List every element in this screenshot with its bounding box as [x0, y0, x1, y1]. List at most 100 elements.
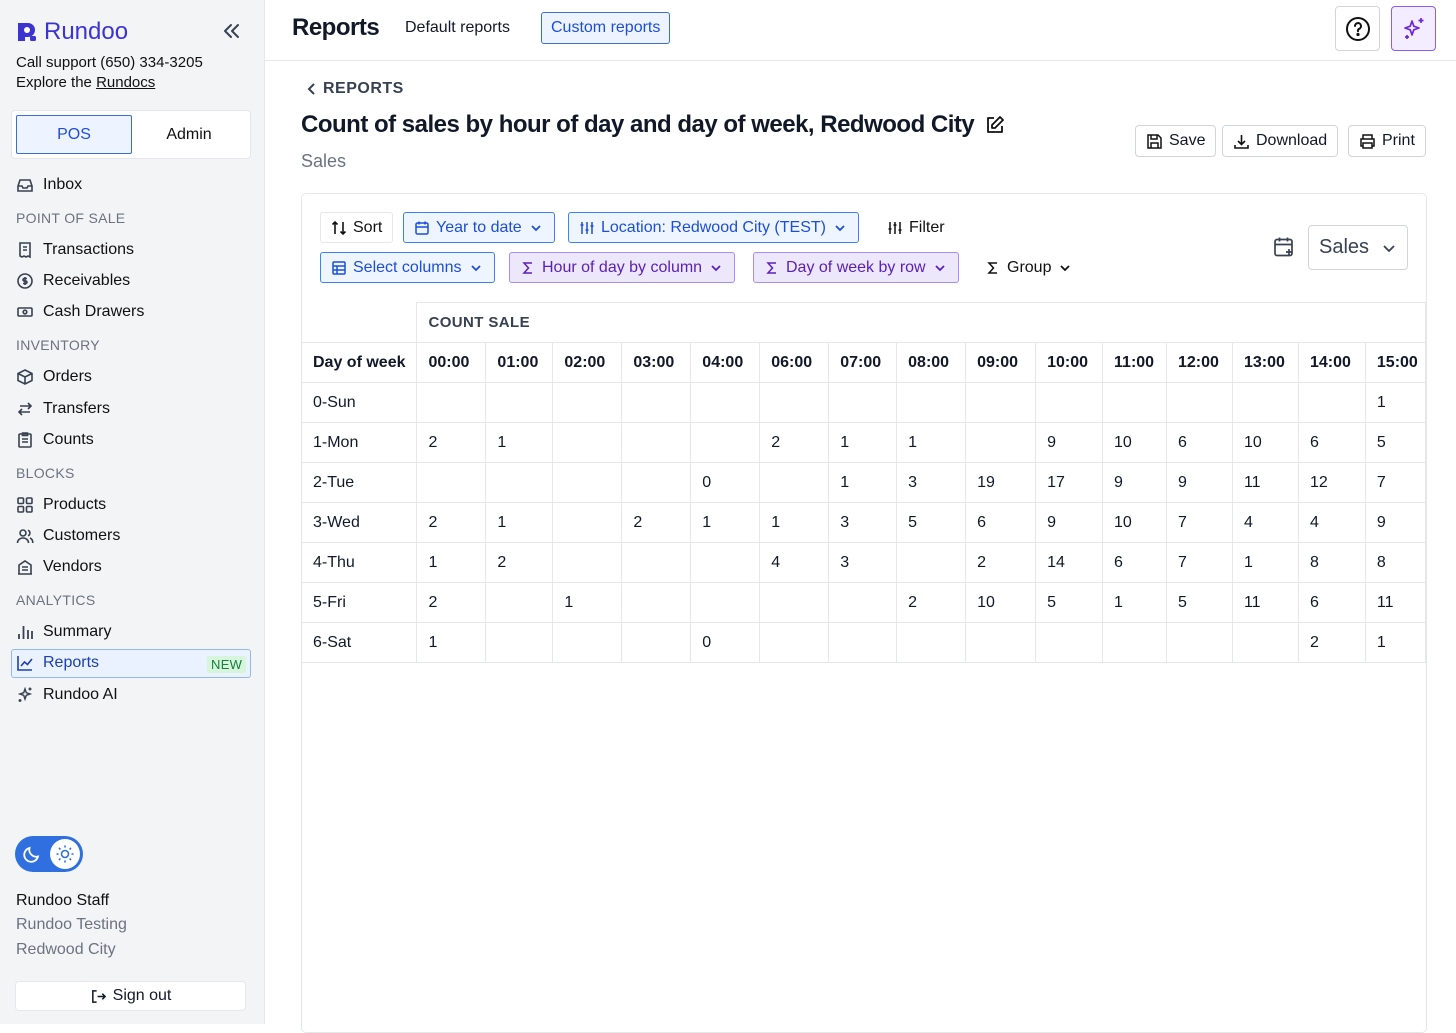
column-header[interactable]: 12:00 — [1166, 342, 1233, 383]
sidebar-item-rundoo-ai[interactable]: Rundoo AI — [16, 684, 118, 706]
sidebar-item-receivables[interactable]: Receivables — [16, 270, 130, 292]
help-button[interactable] — [1335, 6, 1380, 51]
count-sale-group-header: COUNT SALE — [416, 302, 1426, 343]
table-cell: 9 — [1035, 422, 1104, 463]
table-cell: 2 — [896, 582, 967, 623]
save-button[interactable]: Save — [1135, 125, 1217, 157]
column-header[interactable]: 06:00 — [759, 342, 830, 383]
table-cell — [690, 422, 761, 463]
back-to-reports-link[interactable]: REPORTS — [305, 80, 404, 98]
calendar-add-icon[interactable] — [1272, 235, 1296, 259]
column-header[interactable]: 07:00 — [828, 342, 898, 383]
column-grouping-dropdown[interactable]: Hour of day by column — [509, 252, 736, 283]
chevron-left-icon — [307, 83, 315, 95]
collapse-sidebar-icon[interactable] — [220, 20, 242, 42]
table-cell: 11 — [1231, 582, 1299, 623]
sidebar-item-orders[interactable]: Orders — [16, 366, 92, 388]
table-cell: 1 — [1102, 582, 1167, 623]
table-row: 1-Mon 2 1 2 1 1 9 10 6 10 6 5 — [302, 422, 1426, 463]
dataset-label: Sales — [1319, 236, 1370, 258]
table-cell: 2 — [1297, 622, 1366, 663]
table-cell: 6 — [1102, 542, 1167, 583]
table-cell — [690, 382, 761, 423]
sort-button[interactable]: Sort — [320, 212, 394, 243]
date-range-dropdown[interactable]: Year to date — [403, 212, 555, 243]
sign-out-button[interactable]: Sign out — [15, 981, 246, 1011]
new-badge: NEW — [207, 656, 247, 673]
column-header[interactable]: 15:00 — [1364, 342, 1426, 383]
sliders-icon — [580, 221, 594, 234]
ai-assistant-button[interactable] — [1391, 6, 1436, 51]
sidebar-item-vendors[interactable]: Vendors — [16, 556, 102, 578]
sidebar-item-inbox[interactable]: Inbox — [16, 174, 82, 196]
brand-logo[interactable]: Rundoo — [16, 18, 128, 46]
sidebar-item-transfers[interactable]: Transfers — [16, 398, 110, 420]
group-dropdown[interactable]: Group — [974, 252, 1084, 283]
chevron-down-icon — [835, 224, 845, 231]
table-cell: 9 — [1035, 502, 1104, 543]
table-cell: 1 — [552, 582, 623, 623]
sidebar: Rundoo Call support (650) 334-3205 Explo… — [0, 0, 265, 1024]
column-header[interactable]: 10:00 — [1035, 342, 1104, 383]
report-panel: Sort Year to date Location: Redwood City… — [301, 193, 1427, 1033]
date-range-label: Year to date — [436, 218, 522, 236]
table-cell — [416, 382, 487, 423]
column-header[interactable]: 02:00 — [552, 342, 623, 383]
sidebar-item-reports[interactable]: Reports — [16, 652, 99, 674]
table-cell — [621, 582, 692, 623]
admin-mode-button[interactable]: Admin — [132, 115, 246, 154]
theme-toggle[interactable] — [15, 836, 83, 872]
column-header[interactable]: 08:00 — [896, 342, 967, 383]
edit-icon[interactable] — [984, 114, 1006, 136]
sidebar-item-transactions[interactable]: Transactions — [16, 239, 134, 261]
table-cell: 14 — [1035, 542, 1104, 583]
select-columns-label: Select columns — [353, 258, 462, 276]
save-icon — [1147, 133, 1162, 149]
column-header[interactable]: 03:00 — [621, 342, 692, 383]
dataset-select[interactable]: Sales — [1308, 225, 1408, 270]
sidebar-item-counts[interactable]: Counts — [16, 429, 94, 451]
location-filter-dropdown[interactable]: Location: Redwood City (TEST) — [568, 212, 859, 243]
select-columns-dropdown[interactable]: Select columns — [320, 252, 495, 283]
tab-default-reports[interactable]: Default reports — [396, 12, 519, 44]
chevron-down-icon — [470, 264, 481, 271]
table-cell — [621, 542, 692, 583]
sidebar-item-customers[interactable]: Customers — [16, 525, 120, 547]
table-cell: 2 — [416, 502, 487, 543]
column-header[interactable]: 09:00 — [965, 342, 1037, 383]
column-header[interactable]: 04:00 — [690, 342, 761, 383]
sidebar-item-products[interactable]: Products — [16, 494, 106, 516]
filter-button[interactable]: Filter — [876, 212, 956, 243]
tab-custom-reports[interactable]: Custom reports — [541, 12, 671, 44]
sidebar-item-label: Rundoo AI — [43, 686, 118, 703]
column-header[interactable]: 14:00 — [1297, 342, 1366, 383]
print-button[interactable]: Print — [1348, 125, 1426, 157]
column-header[interactable]: 13:00 — [1231, 342, 1299, 383]
sidebar-item-cash-drawers[interactable]: Cash Drawers — [16, 301, 144, 323]
sigma-icon — [522, 261, 532, 274]
table-cell — [759, 462, 830, 503]
print-label: Print — [1382, 132, 1415, 149]
table-cell: 10 — [1231, 422, 1299, 463]
user-location: Redwood City — [16, 941, 116, 958]
sidebar-item-label: Vendors — [43, 558, 102, 575]
table-cell — [485, 382, 554, 423]
sidebar-item-label: Transfers — [43, 400, 110, 417]
column-header[interactable]: 00:00 — [416, 342, 487, 383]
row-grouping-dropdown[interactable]: Day of week by row — [753, 252, 959, 283]
table-cell — [552, 382, 623, 423]
day-of-week-header[interactable]: Day of week — [302, 342, 418, 383]
sidebar-item-summary[interactable]: Summary — [16, 621, 111, 643]
download-button[interactable]: Download — [1222, 125, 1339, 157]
table-cell: 19 — [965, 462, 1037, 503]
column-header[interactable]: 11:00 — [1102, 342, 1167, 383]
download-label: Download — [1256, 132, 1328, 149]
row-label-cell: 3-Wed — [302, 502, 418, 543]
table-cell — [1297, 382, 1366, 423]
help-icon — [1345, 16, 1370, 41]
pos-mode-button[interactable]: POS — [16, 115, 132, 154]
column-header[interactable]: 01:00 — [485, 342, 554, 383]
table-cell — [896, 382, 967, 423]
rundocs-link[interactable]: Rundocs — [96, 74, 155, 91]
chevron-down-icon — [531, 224, 541, 231]
